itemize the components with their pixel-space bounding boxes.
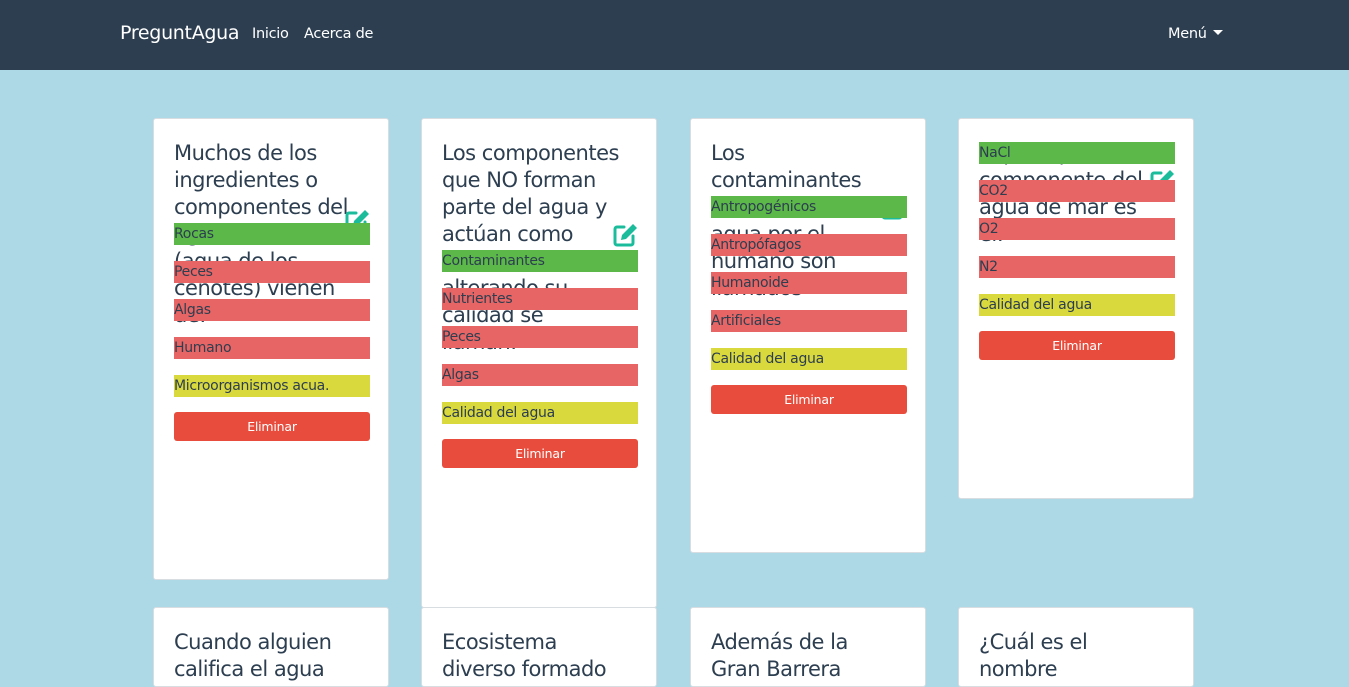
question-line: califica el agua xyxy=(174,657,325,681)
question-line: Los xyxy=(711,141,745,165)
answer-option-other: Calidad del agua xyxy=(442,402,638,424)
edit-icon[interactable] xyxy=(613,222,639,248)
question-line: actúan como xyxy=(442,222,574,246)
question-line: parte del agua y xyxy=(442,195,607,219)
question-line: contaminantes xyxy=(711,168,862,192)
question-card: Ecosistema diverso formado xyxy=(421,607,657,687)
answer-option-wrong: Nutrientes xyxy=(442,288,638,310)
brand-logo[interactable]: PreguntAgua xyxy=(120,22,240,44)
question-text: Los componentes que NO forman parte del ag… xyxy=(442,140,619,356)
answer-option-correct: Contaminantes xyxy=(442,250,638,272)
nav-link-inicio[interactable]: Inicio xyxy=(252,26,289,42)
menu-dropdown[interactable]: Menú xyxy=(1168,26,1223,42)
question-text: Cuando alguien califica el agua xyxy=(174,629,332,683)
question-text: Además de la Gran Barrera xyxy=(711,629,848,683)
delete-button[interactable]: Eliminar xyxy=(979,331,1175,360)
delete-button[interactable]: Eliminar xyxy=(711,385,907,414)
question-line: Gran Barrera xyxy=(711,657,841,681)
question-line: ingredientes o xyxy=(174,168,318,192)
answer-option-correct: Rocas xyxy=(174,223,370,245)
question-line: componentes del xyxy=(174,195,348,219)
delete-button[interactable]: Eliminar xyxy=(174,412,370,441)
answer-option-correct: Antropogénicos xyxy=(711,196,907,218)
navbar: PreguntAgua Inicio Acerca de Menú xyxy=(0,0,1349,70)
question-card: ¿Cuál es el nombre xyxy=(958,607,1194,687)
answer-option-wrong: CO2 xyxy=(979,180,1175,202)
question-card: El principalcomponente delagua de mar es… xyxy=(958,118,1194,499)
answer-option-correct: NaCl xyxy=(979,142,1175,164)
nav-link-acerca[interactable]: Acerca de xyxy=(304,26,373,42)
question-card: Loscontaminantesintroducidos alagua por … xyxy=(690,118,926,553)
question-line: Los componentes xyxy=(442,141,619,165)
answer-option-wrong: O2 xyxy=(979,218,1175,240)
answer-option-wrong: N2 xyxy=(979,256,1175,278)
answer-option-wrong: Artificiales xyxy=(711,310,907,332)
question-line: ¿Cuál es el xyxy=(979,630,1088,654)
answer-option-other: Calidad del agua xyxy=(711,348,907,370)
caret-down-icon xyxy=(1212,29,1223,35)
question-line: Cuando alguien xyxy=(174,630,332,654)
answer-option-wrong: Peces xyxy=(442,326,638,348)
question-text: ¿Cuál es el nombre xyxy=(979,629,1088,683)
delete-button[interactable]: Eliminar xyxy=(442,439,638,468)
answer-option-other: Microorganismos acua. xyxy=(174,375,370,397)
question-line: Muchos de los xyxy=(174,141,317,165)
answer-option-wrong: Humano xyxy=(174,337,370,359)
question-card: Además de la Gran Barrera xyxy=(690,607,926,687)
answer-option-wrong: Algas xyxy=(174,299,370,321)
answer-option-wrong: Antropófagos xyxy=(711,234,907,256)
question-line: Ecosistema xyxy=(442,630,557,654)
menu-label: Menú xyxy=(1168,26,1207,42)
question-line: nombre xyxy=(979,657,1058,681)
question-line: Además de la xyxy=(711,630,848,654)
answer-option-wrong: Algas xyxy=(442,364,638,386)
answer-option-wrong: Humanoide xyxy=(711,272,907,294)
question-card: Cuando alguien califica el agua xyxy=(153,607,389,687)
answer-option-wrong: Peces xyxy=(174,261,370,283)
question-card: Los componentes que NO forman parte del ag… xyxy=(421,118,657,608)
question-line: que NO forman xyxy=(442,168,596,192)
answer-option-other: Calidad del agua xyxy=(979,294,1175,316)
question-text: Ecosistema diverso formado xyxy=(442,629,607,683)
question-line: diverso formado xyxy=(442,657,607,681)
question-card: Muchos de los ingredientes o componentes d… xyxy=(153,118,389,580)
